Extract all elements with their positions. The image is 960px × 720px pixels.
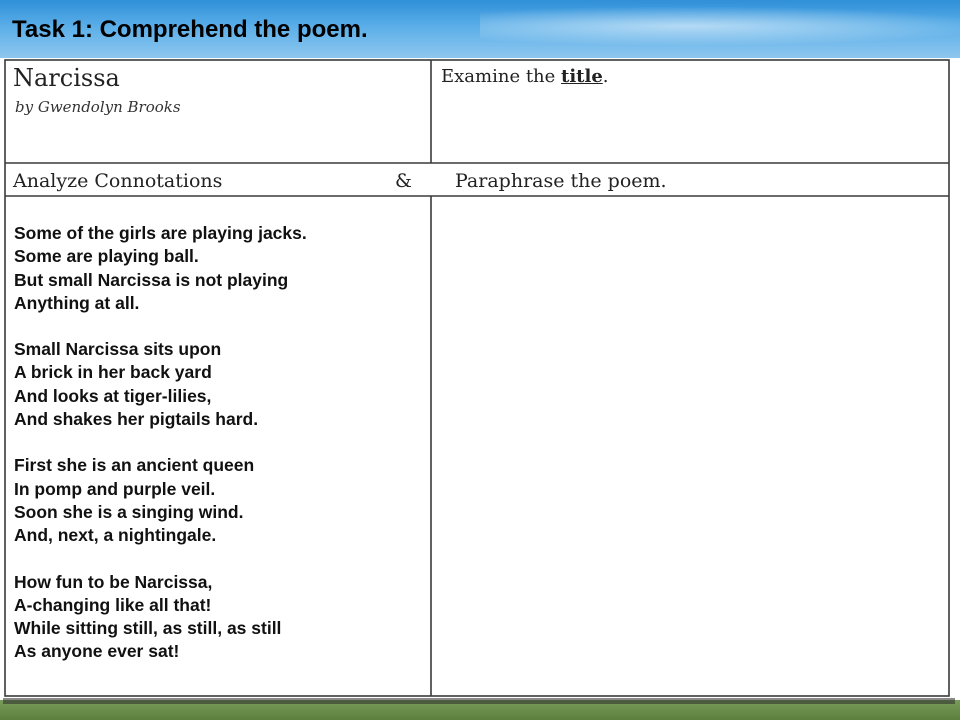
examine-prefix: Examine the (441, 66, 562, 87)
poem-line: In pomp and purple veil. (14, 478, 216, 499)
poem-title: Narcissa (13, 64, 120, 92)
cropped-footer (3, 698, 955, 704)
stanza: Small Narcissa sits upon A brick in her … (14, 338, 307, 431)
poem-line: As anyone ever sat! (14, 641, 180, 662)
task-title: Task 1: Comprehend the poem. (12, 16, 368, 43)
examine-suffix: . (602, 66, 609, 87)
paraphrase-label: Paraphrase the poem. (455, 170, 667, 192)
examine-prompt: Examine the title. (441, 66, 609, 87)
title-banner: Task 1: Comprehend the poem. (0, 0, 960, 58)
poem-line: How fun to be Narcissa, (14, 571, 213, 592)
poem-line: Some are playing ball. (14, 246, 199, 267)
analyze-connotations-label: Analyze Connotations (13, 170, 223, 192)
poem-line: A-changing like all that! (14, 594, 212, 615)
worksheet: Narcissa by Gwendolyn Brooks Examine the… (3, 58, 955, 704)
poem-line: And, next, a nightingale. (14, 525, 217, 546)
poem-line: And shakes her pigtails hard. (14, 409, 259, 430)
poem-line: And looks at tiger-lilies, (14, 385, 212, 406)
stanza: First she is an ancient queen In pomp an… (14, 454, 307, 547)
poem-line: Anything at all. (14, 292, 140, 313)
poem-author: by Gwendolyn Brooks (15, 98, 181, 116)
poem-line: Some of the girls are playing jacks. (14, 223, 307, 243)
poem-line: Small Narcissa sits upon (14, 339, 222, 360)
poem-text: Some of the girls are playing jacks. Som… (14, 222, 307, 687)
poem-line: Soon she is a singing wind. (14, 501, 244, 522)
poem-line: First she is an ancient queen (14, 455, 255, 476)
poem-line: But small Narcissa is not playing (14, 269, 289, 290)
stanza: How fun to be Narcissa, A-changing like … (14, 571, 307, 664)
examine-emphasis: title (561, 66, 603, 87)
ampersand: & (395, 170, 412, 192)
poem-line: A brick in her back yard (14, 362, 212, 383)
stanza: Some of the girls are playing jacks. Som… (14, 222, 307, 315)
poem-line: While sitting still, as still, as still (14, 618, 282, 639)
